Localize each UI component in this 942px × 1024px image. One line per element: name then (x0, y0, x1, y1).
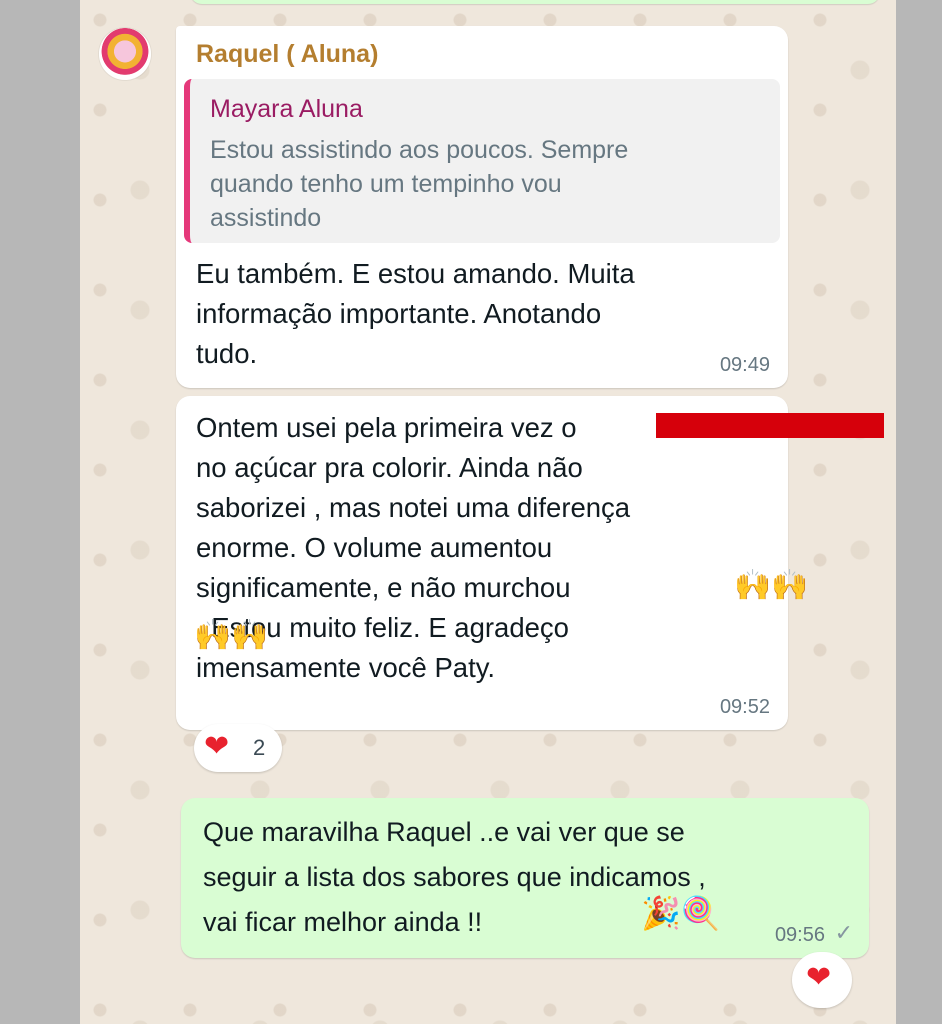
message-bubble-outgoing[interactable]: Que maravilha Raquel ..e vai ver que se … (181, 798, 869, 958)
screenshot: Raquel ( Aluna) Mayara Aluna Estou assis… (0, 0, 942, 1024)
chat-area[interactable]: Raquel ( Aluna) Mayara Aluna Estou assis… (80, 0, 896, 1024)
message-bubble-incoming[interactable]: Raquel ( Aluna) Mayara Aluna Estou assis… (176, 26, 788, 388)
message-bubble-incoming[interactable]: Ontem usei pela primeira vez o no açúcar… (176, 396, 809, 730)
sender-name[interactable]: Raquel ( Aluna) (196, 40, 378, 69)
message-text: Que maravilha Raquel ..e vai ver que se … (203, 817, 706, 937)
reaction-count: 2 (253, 735, 266, 760)
message-time: 09:49 (719, 354, 770, 376)
raised-hands-emoji: 🙌🙌 (194, 619, 269, 652)
heart-icon: ❤ (806, 961, 832, 994)
lollipop-emoji: 🍭 (680, 895, 721, 931)
party-popper-emoji: 🎉 (641, 895, 681, 931)
emoji-group: 🎉🍭 (641, 894, 721, 932)
single-check-icon: ✓ (834, 920, 853, 945)
raised-hands-emoji: 🙌🙌 (734, 569, 809, 602)
quoted-reply[interactable]: Mayara Aluna Estou assistindo aos poucos… (184, 79, 780, 243)
avatar[interactable] (99, 28, 151, 80)
redaction-bar (656, 413, 884, 438)
message-text: Ontem usei pela primeira vez o no açúcar… (196, 412, 631, 683)
quote-author: Mayara Aluna (210, 95, 363, 123)
previous-message-bubble[interactable] (190, 0, 880, 4)
reaction-badge[interactable]: ❤ 2 (194, 724, 282, 772)
quote-text: Estou assistindo aos poucos. Sempre quan… (210, 136, 629, 232)
reaction-badge[interactable]: ❤ (792, 952, 852, 1008)
heart-icon: ❤ (204, 730, 230, 763)
message-time: 09:56 (774, 924, 825, 946)
message-time: 09:52 (719, 696, 770, 718)
message-text: Eu também. E estou amando. Muita informa… (196, 258, 635, 369)
